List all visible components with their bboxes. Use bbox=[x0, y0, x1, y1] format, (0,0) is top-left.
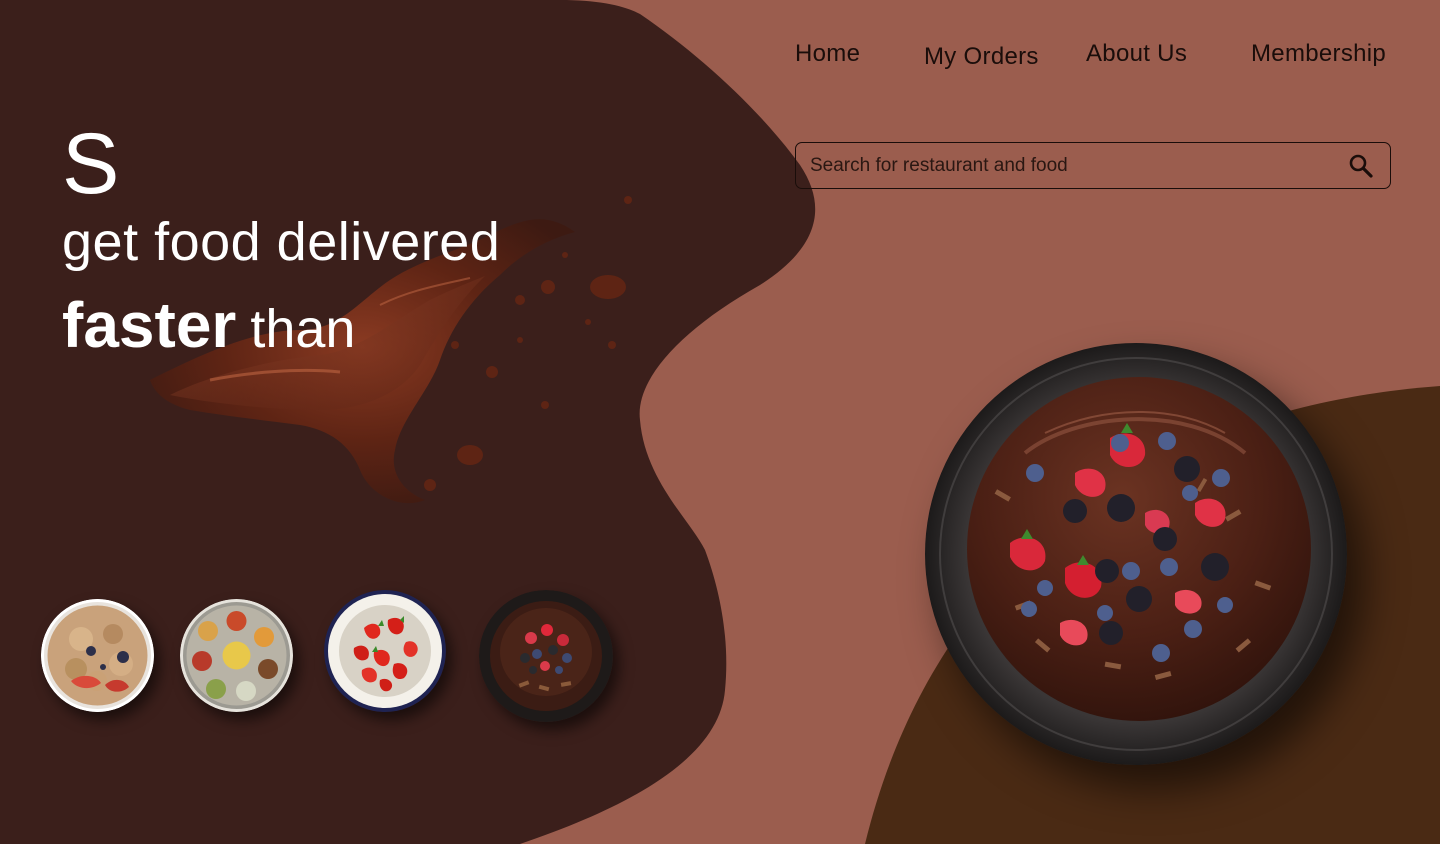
hero-bold-word: faster bbox=[62, 289, 237, 361]
featured-cake[interactable] bbox=[925, 343, 1347, 765]
nav-home[interactable]: Home bbox=[795, 40, 860, 68]
chocolate-berry-cake-image bbox=[479, 590, 613, 722]
thumbnail-strawberry-bowl[interactable] bbox=[324, 590, 446, 712]
search-bar bbox=[795, 142, 1391, 189]
strawberry-bowl-image bbox=[324, 590, 446, 712]
hero-tagline: get food delivered bbox=[62, 212, 501, 272]
thali-plate-image bbox=[180, 599, 293, 712]
nav-membership[interactable]: Membership bbox=[1251, 40, 1386, 68]
thumbnail-oatmeal-bowl[interactable] bbox=[41, 599, 154, 712]
hero-letter: S bbox=[62, 116, 120, 212]
nav-my-orders[interactable]: My Orders bbox=[924, 43, 1039, 71]
thumbnail-thali-plate[interactable] bbox=[180, 599, 293, 712]
hero-tagline-emphasis: faster than bbox=[62, 285, 355, 383]
featured-cake-image bbox=[925, 343, 1347, 765]
search-input[interactable] bbox=[810, 143, 1330, 188]
dark-blob bbox=[0, 0, 816, 844]
hero-light-word: than bbox=[250, 299, 356, 359]
search-icon[interactable] bbox=[1348, 153, 1374, 179]
nav-about-us[interactable]: About Us bbox=[1086, 40, 1187, 68]
thumbnail-chocolate-berry-cake[interactable] bbox=[479, 590, 613, 722]
oatmeal-bowl-image bbox=[41, 599, 154, 712]
